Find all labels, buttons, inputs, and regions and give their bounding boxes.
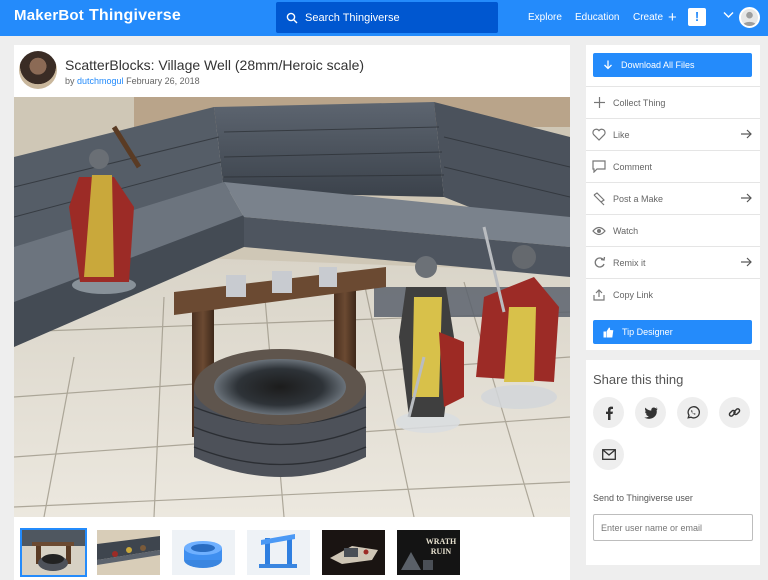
heart-icon: [592, 128, 606, 142]
nav-education[interactable]: Education: [575, 12, 619, 23]
collect-label: Collect Thing: [613, 97, 666, 108]
post-a-make-button[interactable]: Post a Make: [586, 182, 760, 214]
notification-button[interactable]: !: [688, 8, 706, 26]
thumbnail-5[interactable]: [322, 530, 385, 575]
send-to-user-input[interactable]: [593, 514, 753, 541]
share-icon: [592, 288, 606, 302]
village-well-photo: [14, 97, 570, 517]
download-label: Download All Files: [621, 60, 695, 70]
thing-title: ScatterBlocks: Village Well (28mm/Heroic…: [65, 57, 365, 73]
arrow-right-icon: [741, 129, 752, 139]
search-box[interactable]: Search Thingiverse: [276, 2, 498, 33]
make-icon: [592, 191, 606, 206]
search-placeholder: Search Thingiverse: [305, 11, 400, 24]
publish-date: February 26, 2018: [126, 76, 200, 86]
copy-link-button[interactable]: Copy Link: [586, 278, 760, 310]
post-make-label: Post a Make: [613, 193, 664, 204]
logo-thingiverse: Thingiverse: [88, 7, 181, 24]
watch-label: Watch: [613, 225, 639, 236]
copy-link-label: Copy Link: [613, 289, 654, 300]
share-title: Share this thing: [593, 372, 684, 387]
arrow-right-icon: [741, 193, 752, 203]
thumbnail-4[interactable]: [247, 530, 310, 575]
thumbs-up-icon: [603, 327, 614, 337]
nav-explore[interactable]: Explore: [528, 12, 562, 23]
author-avatar[interactable]: [19, 51, 57, 89]
thumb-logo-line1: WRATH: [426, 537, 457, 546]
share-icons: [593, 397, 753, 470]
facebook-icon[interactable]: [593, 397, 624, 428]
chevron-down-icon[interactable]: [723, 11, 734, 19]
comment-label: Comment: [613, 161, 653, 172]
thingiverse-logo[interactable]: MakerBot Thingiverse: [14, 7, 181, 25]
user-avatar[interactable]: [739, 7, 760, 28]
send-to-user-label: Send to Thingiverse user: [593, 493, 693, 503]
thumbnail-2[interactable]: [97, 530, 160, 575]
top-nav-bar: MakerBot Thingiverse Search Thingiverse E…: [0, 0, 768, 36]
download-all-files-button[interactable]: Download All Files: [593, 53, 752, 77]
tip-designer-label: Tip Designer: [622, 327, 673, 337]
remix-it-button[interactable]: Remix it: [586, 246, 760, 278]
thing-main-card: ScatterBlocks: Village Well (28mm/Heroic…: [14, 45, 570, 580]
comment-icon: [592, 160, 606, 174]
comment-button[interactable]: Comment: [586, 150, 760, 182]
thing-byline: by dutchmogul February 26, 2018: [65, 76, 200, 86]
twitter-icon[interactable]: [635, 397, 666, 428]
thumb-logo-line2: RUIN: [431, 547, 452, 556]
thumbnail-strip: WRATH RUIN: [20, 528, 460, 577]
like-label: Like: [613, 129, 630, 140]
eye-icon: [592, 224, 606, 238]
email-icon[interactable]: [593, 439, 624, 470]
nav-create-label: Create: [633, 12, 664, 23]
collect-thing-button[interactable]: Collect Thing: [586, 86, 760, 118]
logo-makerbot: MakerBot: [14, 7, 84, 24]
thumbnail-1[interactable]: [20, 528, 87, 577]
watch-button[interactable]: Watch: [586, 214, 760, 246]
thumbnail-6[interactable]: WRATH RUIN: [397, 530, 460, 575]
search-icon: [286, 12, 298, 23]
link-icon[interactable]: [719, 397, 750, 428]
nav-create[interactable]: Create +: [633, 8, 677, 26]
user-icon: [742, 11, 757, 26]
thumbnail-3[interactable]: [172, 530, 235, 575]
tip-designer-button[interactable]: Tip Designer: [593, 320, 752, 344]
download-icon: [604, 60, 612, 70]
thing-actions-panel: Download All Files Collect Thing Like Co…: [586, 45, 760, 350]
share-panel: Share this thing Send to Thingiverse use…: [586, 360, 760, 565]
plus-icon: [592, 96, 606, 110]
arrow-right-icon: [741, 257, 752, 267]
byline-by: by: [65, 76, 75, 86]
like-button[interactable]: Like: [586, 118, 760, 150]
plus-icon: +: [668, 8, 677, 26]
whatsapp-icon[interactable]: [677, 397, 708, 428]
author-link[interactable]: dutchmogul: [77, 76, 124, 86]
main-photo[interactable]: [14, 97, 570, 517]
remix-label: Remix it: [613, 257, 646, 268]
remix-icon: [592, 256, 606, 270]
